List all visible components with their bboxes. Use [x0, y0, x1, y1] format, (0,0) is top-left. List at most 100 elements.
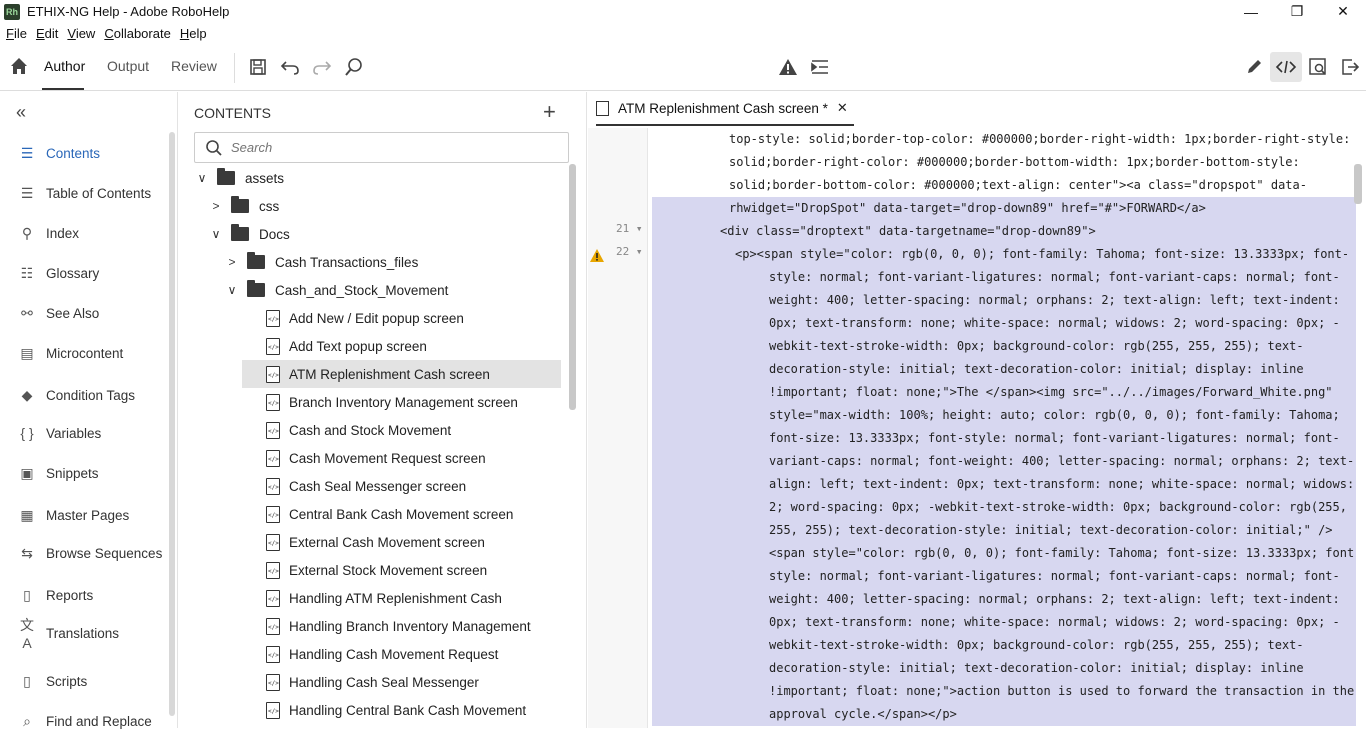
- sidebar-item-index[interactable]: ⚲ Index: [0, 218, 168, 248]
- tree-file[interactable]: Add Text popup screen: [242, 332, 561, 360]
- tree-file[interactable]: Handling Cash Seal Messenger: [242, 668, 561, 696]
- menu-view[interactable]: View: [67, 26, 95, 41]
- preview-icon[interactable]: [1306, 55, 1330, 79]
- sidebar-item-microcontent[interactable]: ▤ Microcontent: [0, 338, 168, 368]
- file-icon: [266, 365, 280, 383]
- redo-icon[interactable]: [310, 55, 334, 79]
- title-bar: Rh ETHIX-NG Help - Adobe RoboHelp — ❐ ✕: [0, 0, 1366, 23]
- tree-folder[interactable]: > css: [209, 192, 279, 220]
- tree-folder[interactable]: ∨ assets: [195, 164, 284, 192]
- file-icon: [266, 589, 280, 607]
- collapse-panel-icon[interactable]: «: [16, 102, 26, 123]
- code-line: align: left; text-indent: 0px; text-tran…: [769, 473, 1356, 496]
- sidebar-item-snippets[interactable]: ▣ Snippets: [0, 458, 168, 488]
- tree-file[interactable]: Handling Cash Movement Request: [242, 640, 561, 668]
- code-line: 2; word-spacing: 0px; -webkit-text-strok…: [769, 496, 1356, 519]
- tree-item-label: Handling Cash Seal Messenger: [289, 674, 479, 690]
- insert-icon[interactable]: [808, 55, 832, 79]
- file-icon: [266, 673, 280, 691]
- undo-icon[interactable]: [278, 55, 302, 79]
- warning-icon[interactable]: [776, 55, 800, 79]
- sidebar-item-label: Find and Replace: [46, 713, 152, 729]
- menu-collaborate[interactable]: Collaborate: [104, 26, 171, 41]
- tree-file[interactable]: Branch Inventory Management screen: [242, 388, 561, 416]
- chevron-right-icon[interactable]: >: [225, 255, 239, 269]
- menu-file[interactable]: File: [6, 26, 27, 41]
- tree-folder[interactable]: ∨ Docs: [209, 220, 290, 248]
- sidebar-item-scripts[interactable]: ▯ Scripts: [0, 666, 168, 696]
- minimize-button[interactable]: —: [1228, 0, 1274, 23]
- sidebar-item-find-and-replace[interactable]: ⌕ Find and Replace: [0, 706, 168, 736]
- code-line: style="max-width: 100%; height: auto; co…: [769, 404, 1356, 427]
- source-view-icon[interactable]: [1270, 52, 1302, 82]
- sidebar-item-glossary[interactable]: ☷ Glossary: [0, 258, 168, 288]
- sidebar-item-label: Snippets: [46, 465, 99, 481]
- tree-file[interactable]: Add New / Edit popup screen: [242, 304, 561, 332]
- folder-icon: [247, 280, 265, 297]
- pencil-icon[interactable]: [1242, 55, 1266, 79]
- sidebar-item-label: Condition Tags: [46, 387, 136, 403]
- sidebar-item-master-pages[interactable]: ▦ Master Pages: [0, 500, 168, 530]
- close-window-button[interactable]: ✕: [1320, 0, 1366, 23]
- tab-label: ATM Replenishment Cash screen *: [618, 100, 828, 116]
- sidebar-item-label: Browse Sequences: [46, 545, 163, 561]
- tree-file[interactable]: Central Bank Cash Movement screen: [242, 500, 561, 528]
- close-tab-icon[interactable]: ✕: [837, 100, 848, 116]
- menu-edit[interactable]: Edit: [36, 26, 58, 41]
- sidebar-item-condition-tags[interactable]: ◆ Condition Tags: [0, 380, 168, 410]
- restore-button[interactable]: ❐: [1274, 0, 1320, 23]
- sidebar-item-browse-sequences[interactable]: ⇆ Browse Sequences: [0, 538, 168, 568]
- tab-author[interactable]: Author: [44, 58, 85, 74]
- sidebar-item-label: See Also: [46, 305, 100, 321]
- sidebar-item-label: Glossary: [46, 265, 100, 281]
- tree-file[interactable]: Cash and Stock Movement: [242, 416, 561, 444]
- code-line: 0px; text-transform: none; white-space: …: [769, 611, 1356, 634]
- folder-icon: [231, 224, 249, 241]
- home-icon[interactable]: [8, 55, 32, 79]
- find-icon[interactable]: [342, 55, 366, 79]
- warning-icon[interactable]: [590, 249, 604, 262]
- tree-folder[interactable]: > Cash Transactions_files: [225, 248, 418, 276]
- contents-scrollbar[interactable]: [569, 164, 576, 410]
- search-box[interactable]: [194, 132, 569, 163]
- code-editor[interactable]: top-style: solid;border-top-color: #0000…: [648, 128, 1356, 728]
- menu-help[interactable]: Help: [180, 26, 207, 41]
- app-icon: Rh: [4, 3, 20, 20]
- chevron-down-icon[interactable]: ∨: [225, 283, 239, 297]
- sidebar-item-table-of-contents[interactable]: ☰ Table of Contents: [0, 178, 168, 208]
- sidebar-item-contents[interactable]: ☰ Contents: [0, 138, 168, 168]
- nav-scrollbar[interactable]: [169, 132, 175, 716]
- exit-icon[interactable]: [1338, 55, 1362, 79]
- sidebar-item-reports[interactable]: ▯ Reports: [0, 580, 168, 610]
- save-icon[interactable]: [246, 55, 270, 79]
- tree-file[interactable]: Cash Movement Request screen: [242, 444, 561, 472]
- chevron-down-icon[interactable]: ∨: [209, 227, 223, 241]
- add-icon[interactable]: +: [543, 99, 556, 125]
- tree-file[interactable]: External Cash Movement screen: [242, 528, 561, 556]
- tree-item-label: Central Bank Cash Movement screen: [289, 506, 514, 522]
- tree-file[interactable]: ATM Replenishment Cash screen: [242, 360, 561, 388]
- code-line: approval cycle.</span></p>: [769, 703, 1356, 726]
- search-input[interactable]: [231, 140, 551, 155]
- file-icon: [266, 505, 280, 523]
- sidebar-item-label: Reports: [46, 587, 94, 603]
- tree-file[interactable]: Handling Branch Inventory Management: [242, 612, 561, 640]
- tab-atm-replenishment-cash[interactable]: ATM Replenishment Cash screen * ✕: [596, 92, 854, 126]
- code-line: 255, 255); text-decoration-style: initia…: [769, 519, 1356, 542]
- tab-review[interactable]: Review: [171, 58, 217, 74]
- file-icon: [596, 100, 609, 116]
- sidebar-item-variables[interactable]: { } Variables: [0, 418, 168, 448]
- tree-file[interactable]: External Stock Movement screen: [242, 556, 561, 584]
- tree-folder[interactable]: ∨ Cash_and_Stock_Movement: [225, 276, 448, 304]
- tree-file[interactable]: Handling Central Bank Cash Movement: [242, 696, 561, 724]
- chevron-right-icon[interactable]: >: [209, 199, 223, 213]
- chevron-down-icon[interactable]: ∨: [195, 171, 209, 185]
- editor-pane: ATM Replenishment Cash screen * ✕ 21 ▾ 2…: [588, 92, 1366, 728]
- tab-output[interactable]: Output: [107, 58, 149, 74]
- toc-icon: ☰: [20, 184, 34, 201]
- sidebar-item-translations[interactable]: 文A Translations: [0, 617, 168, 651]
- tree-file[interactable]: Cash Seal Messenger screen: [242, 472, 561, 500]
- tree-file[interactable]: Handling ATM Replenishment Cash: [242, 584, 561, 612]
- search-icon: [206, 139, 222, 156]
- sidebar-item-see-also[interactable]: ⚯ See Also: [0, 298, 168, 328]
